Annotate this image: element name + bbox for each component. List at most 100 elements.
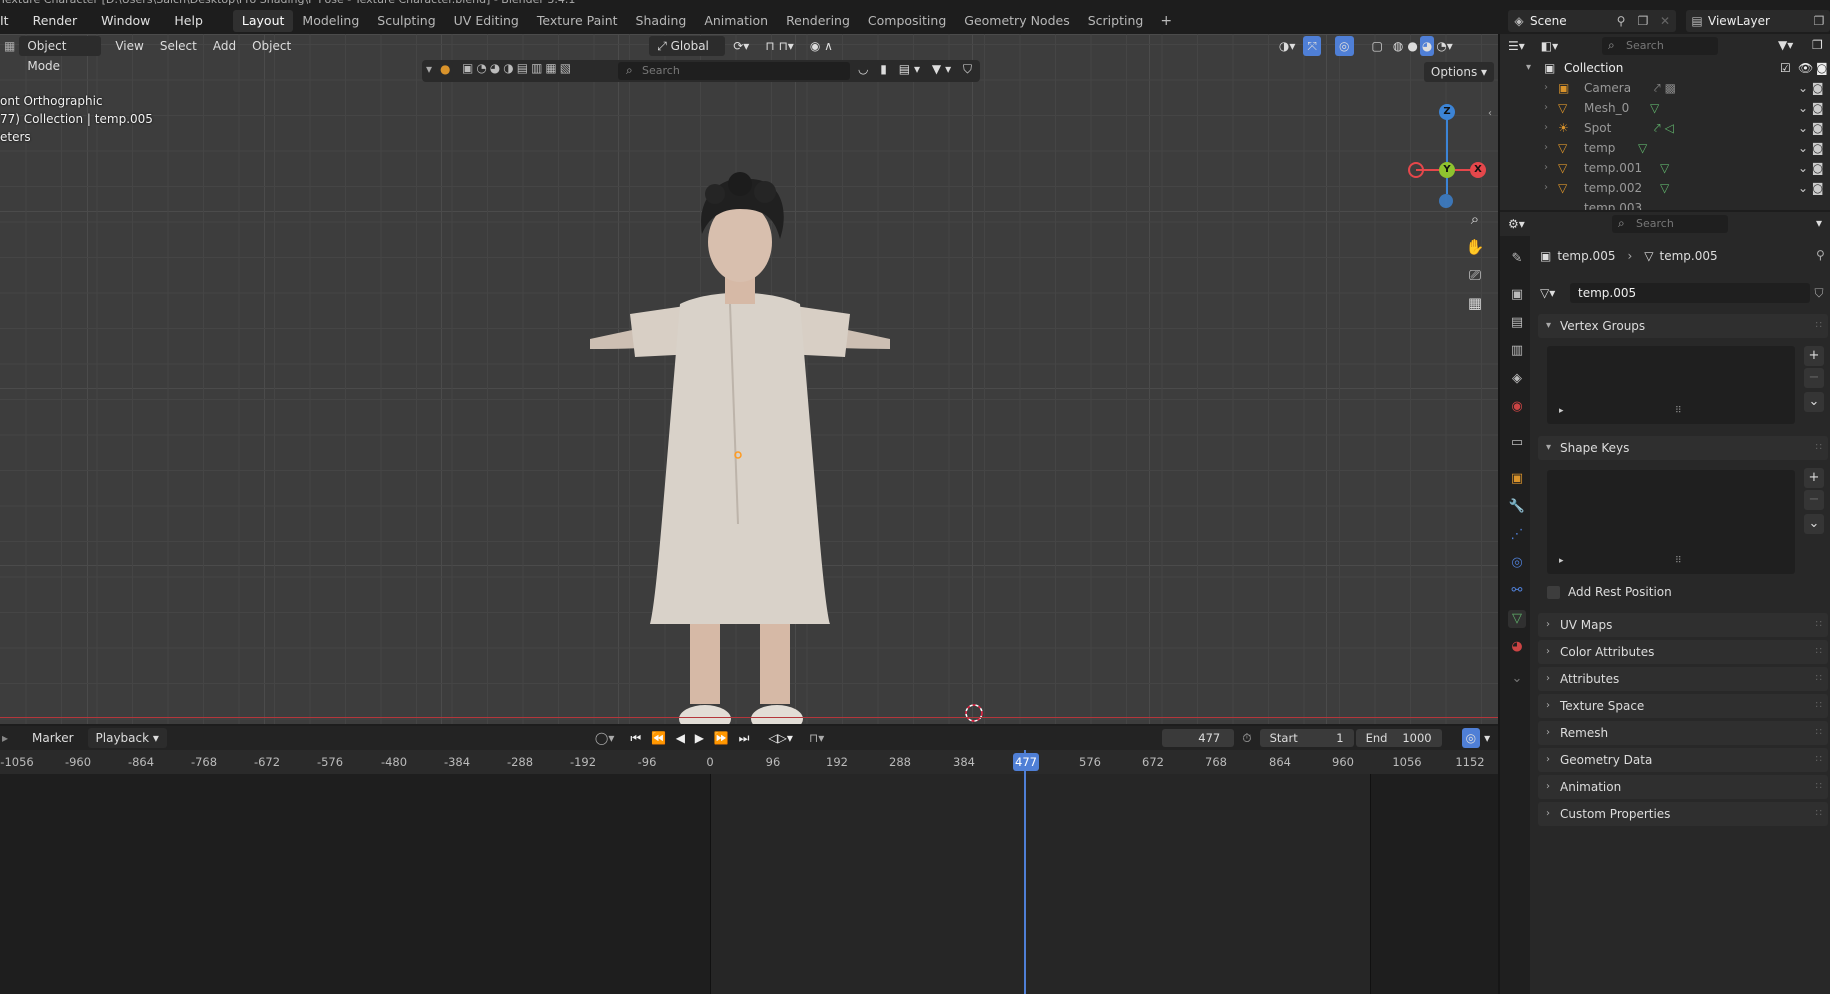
particles-tab-icon[interactable]: ⋰ [1508, 526, 1526, 544]
panel-geometry-data[interactable]: › Geometry Data ∷ [1538, 748, 1828, 772]
remove-vertex-group-button[interactable]: − [1804, 368, 1824, 388]
viewport-search-input[interactable]: Search [618, 62, 850, 80]
tab-uv-editing[interactable]: UV Editing [445, 10, 528, 32]
shading-wire-icon[interactable]: ◍ [1391, 36, 1405, 56]
tool-tab-icon[interactable]: ✎ [1508, 250, 1526, 268]
panel-animation[interactable]: › Animation ∷ [1538, 775, 1828, 799]
chevron-right-icon[interactable]: › [1544, 78, 1548, 98]
checkbox-icon[interactable]: ☑ [1780, 58, 1791, 78]
shading-solid-icon[interactable]: ● [1405, 36, 1419, 56]
outliner-item-camera[interactable]: › ▣ Camera ⤤ ▩ ⌄ ◙ [1500, 78, 1830, 98]
drag-handle-icon[interactable]: ∷ [1816, 694, 1822, 718]
object-tab-icon[interactable]: ▣ [1508, 470, 1526, 488]
outliner-item-temp[interactable]: › ▽ temp ▽ ⌄ ◙ [1500, 138, 1830, 158]
new-collection-icon[interactable]: ❐ [1812, 38, 1823, 52]
camera-icon[interactable]: ◙ [1816, 58, 1828, 78]
texture-tab-icon[interactable]: ⌄ [1508, 670, 1526, 688]
object-types-icon[interactable]: ● [440, 62, 450, 76]
new-scene-icon[interactable]: ❐ [1636, 14, 1650, 28]
fake-user-icon[interactable]: ⛉ [1810, 286, 1828, 301]
add-rest-position-option[interactable]: Add Rest Position [1547, 584, 1672, 600]
select-mode-icon[interactable]: ▦ [0, 36, 19, 56]
mode-dropdown[interactable]: Object Mode [19, 36, 102, 73]
add-workspace-button[interactable]: + [1152, 13, 1180, 29]
playhead[interactable] [1024, 750, 1026, 994]
drag-handle-icon[interactable]: ∷ [1816, 721, 1822, 745]
tab-animation[interactable]: Animation [695, 10, 777, 32]
outliner-item-temp-003[interactable]: temp.003 [1500, 198, 1830, 210]
viewlayer-selector[interactable]: ▤ ViewLayer ❐ [1686, 10, 1830, 32]
transform-orientation-dropdown[interactable]: ⤢ Global ▾ [649, 36, 726, 73]
playback-controls[interactable]: ⏮ ⏪ ◀ ▶ ⏩ ⏭ [622, 728, 760, 748]
3d-viewport[interactable]: ▦ Object Mode View Select Add Object ⤢ G… [0, 34, 1498, 724]
gizmo-neg-z-axis[interactable] [1439, 194, 1453, 208]
pin-icon[interactable]: ⚲ [1816, 248, 1825, 262]
menu-render[interactable]: Render [21, 10, 90, 32]
timeline-editor[interactable]: ▸ Marker Playback ▾ ◯▾ ⏮ ⏪ ◀ ▶ ⏩ ⏭ ◁▷▾ ⊓… [0, 726, 1498, 994]
menu-add[interactable]: Add [205, 36, 244, 56]
collapse-icon[interactable]: ▾ [426, 62, 432, 76]
drag-handle-icon[interactable]: ∷ [1816, 640, 1822, 664]
options-dropdown[interactable]: Options ▾ [1424, 62, 1494, 82]
shading-material-icon[interactable]: ◕ [1419, 36, 1435, 56]
tab-texture-paint[interactable]: Texture Paint [528, 10, 627, 32]
pivot-icon[interactable]: ⟳▾ [725, 36, 757, 56]
pin-icon[interactable]: ⚲ [1614, 14, 1628, 28]
new-viewlayer-icon[interactable]: ❐ [1812, 14, 1826, 28]
menu-marker[interactable]: Marker [24, 728, 81, 748]
toolbar-extra-icons[interactable]: ◡ ▮ ▤▾ ▼▾ ⛉ [858, 62, 976, 77]
drag-handle-icon[interactable]: ∷ [1816, 667, 1822, 691]
outliner-search-input[interactable]: Search [1602, 37, 1718, 55]
display-mode-icon[interactable]: ◧▾ [1533, 36, 1566, 56]
scene-tab-icon[interactable]: ◈ [1508, 370, 1526, 388]
tab-rendering[interactable]: Rendering [777, 10, 859, 32]
add-vertex-group-button[interactable]: + [1804, 346, 1824, 366]
expand-icon[interactable]: ▸ [1559, 406, 1564, 416]
menu-select[interactable]: Select [152, 36, 205, 56]
keyframe-nav-icons[interactable]: ◁▷▾ [760, 728, 800, 748]
visibility-icons[interactable]: ⌄ ◙ [1798, 98, 1824, 118]
sidebar-toggle-icon[interactable]: ‹ [1488, 108, 1492, 119]
gizmo-y-axis[interactable]: Y [1439, 162, 1455, 178]
3d-cursor-icon[interactable] [963, 702, 985, 724]
visibility-icons[interactable]: ⌄ ◙ [1798, 138, 1824, 158]
scene-selector[interactable]: ◈ Scene ⚲ ❐ ✕ [1508, 10, 1676, 32]
timeline-track-area[interactable] [0, 774, 1498, 994]
editor-type-icon[interactable]: ▸ [0, 728, 10, 748]
vertex-groups-list[interactable]: ▸ ⠿ [1547, 346, 1795, 424]
drag-handle-icon[interactable]: ∷ [1816, 802, 1822, 826]
shape-keys-list[interactable]: ▸ ⠿ [1547, 470, 1795, 574]
shape-key-specials-button[interactable]: ⌄ [1804, 514, 1824, 534]
add-rest-position-checkbox[interactable] [1547, 585, 1560, 599]
tab-sculpting[interactable]: Sculpting [368, 10, 444, 32]
expand-icon[interactable]: ▸ [1559, 556, 1564, 566]
collection-tab-icon[interactable]: ▭ [1508, 434, 1526, 452]
drag-handle-icon[interactable]: ∷ [1816, 748, 1822, 772]
overlay-toggle-icon[interactable]: ◎ [1335, 36, 1354, 56]
chevron-right-icon[interactable]: › [1544, 138, 1548, 158]
resize-grip-icon[interactable]: ⠿ [1675, 556, 1682, 566]
datablock-selector[interactable]: ▽▾ temp.005 ⛉ [1540, 282, 1828, 304]
filter-icon[interactable]: ▼▾ [1778, 38, 1793, 52]
resize-grip-icon[interactable]: ⠿ [1675, 406, 1682, 416]
data-tab-icon[interactable]: ▽ [1508, 610, 1526, 628]
menu-view[interactable]: View [107, 36, 151, 56]
editor-type-icon[interactable]: ☰▾ [1500, 36, 1533, 56]
vertex-group-specials-button[interactable]: ⌄ [1804, 392, 1824, 412]
sync-dropdown-icon[interactable]: ▾ [1480, 728, 1494, 748]
visibility-icons[interactable]: ⌄ ◙ [1798, 118, 1824, 138]
chevron-right-icon[interactable]: › [1544, 158, 1548, 178]
drag-handle-icon[interactable]: ∷ [1816, 314, 1822, 338]
eye-icon[interactable]: 👁 [1798, 58, 1813, 78]
outliner[interactable]: ☰▾ ◧▾ Search ⌕ ▼▾ ❐ ▾ ▣ Collection ☑ 👁 ◙… [1500, 34, 1830, 210]
panel-custom-properties[interactable]: › Custom Properties ∷ [1538, 802, 1828, 826]
tab-geometry-nodes[interactable]: Geometry Nodes [955, 10, 1078, 32]
tab-shading[interactable]: Shading [627, 10, 696, 32]
outliner-item-spot[interactable]: › ☀ Spot ⤤ ◁ ⌄ ◙ [1500, 118, 1830, 138]
shading-rendered-icon[interactable]: ◔▾ [1434, 36, 1455, 56]
outliner-item-temp-001[interactable]: › ▽ temp.001 ▽ ⌄ ◙ [1500, 158, 1830, 178]
panel-texture-space[interactable]: › Texture Space ∷ [1538, 694, 1828, 718]
end-frame-field[interactable]: End 1000 [1355, 729, 1442, 747]
data-name-field[interactable]: temp.005 [1570, 283, 1810, 303]
collection-row[interactable]: ▾ ▣ Collection ☑ 👁 ◙ [1500, 58, 1830, 78]
